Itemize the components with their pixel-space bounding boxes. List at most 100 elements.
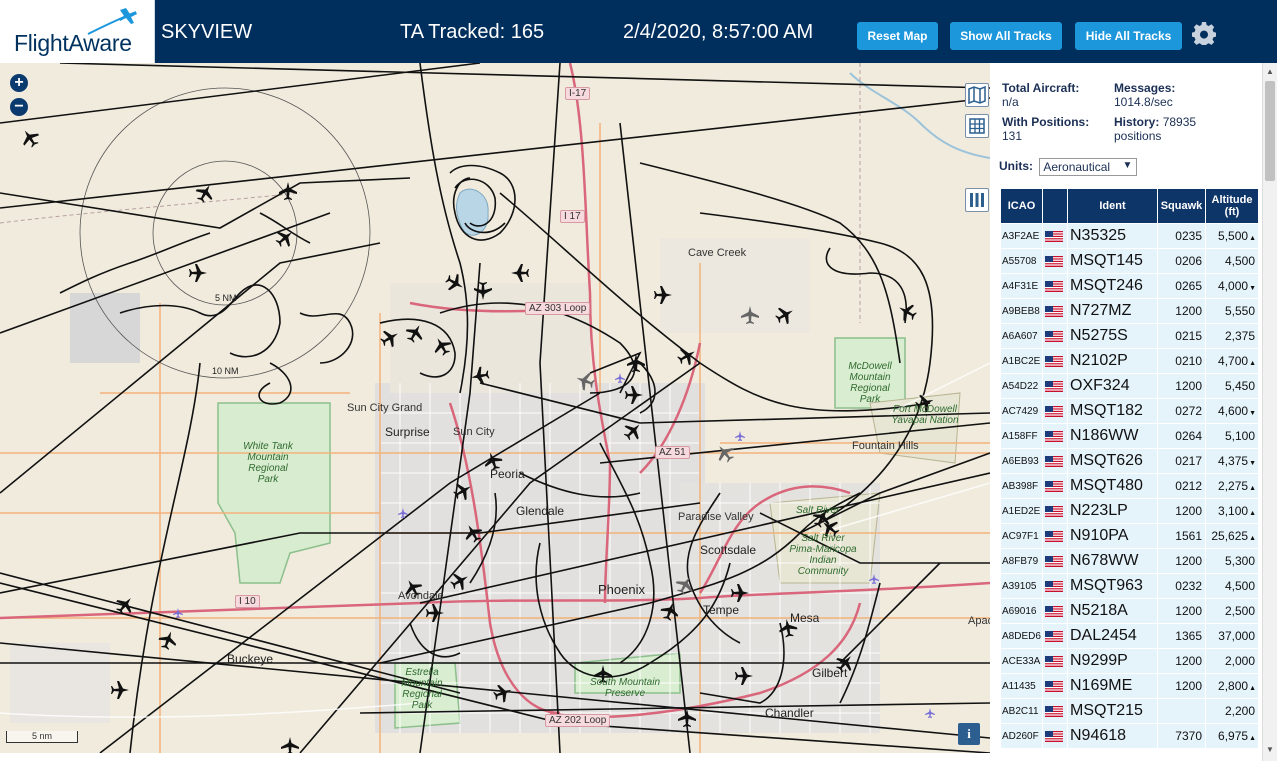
icao-cell: A69016 xyxy=(1001,599,1042,623)
table-row[interactable]: A8FB79 N678WW 1200 5,300 xyxy=(1001,549,1258,573)
altitude-cell: 5,450 xyxy=(1206,374,1258,398)
show-all-tracks-button[interactable]: Show All Tracks xyxy=(950,22,1062,50)
icao-cell: ACE33A xyxy=(1001,649,1042,673)
table-row[interactable]: A11435 N169ME 1200 2,800▲ xyxy=(1001,674,1258,698)
squawk-cell: 0210 xyxy=(1158,349,1205,373)
column-header-ident[interactable]: Ident xyxy=(1068,189,1157,223)
flag-cell xyxy=(1043,549,1067,573)
reset-map-button[interactable]: Reset Map xyxy=(857,22,938,50)
flag-cell xyxy=(1043,649,1067,673)
table-row[interactable]: A4F31E MSQT246 0265 4,000▼ xyxy=(1001,274,1258,298)
logo-text: FlightAware xyxy=(14,30,132,56)
scroll-down-icon[interactable]: ▼ xyxy=(1266,745,1274,754)
icao-cell: A6EB93 xyxy=(1001,449,1042,473)
altitude-value: 37,000 xyxy=(1218,629,1255,643)
grid-toggle-button[interactable] xyxy=(965,114,989,138)
table-header-row: ICAO Ident Squawk Altitude (ft) xyxy=(1001,189,1258,223)
table-row[interactable]: A55708 MSQT145 0206 4,500 xyxy=(1001,249,1258,273)
icao-cell: A9BEB8 xyxy=(1001,299,1042,323)
table-row[interactable]: A158FF N186WW 0264 5,100 xyxy=(1001,424,1258,448)
units-select[interactable]: Aeronautical ▼ xyxy=(1039,158,1138,176)
us-flag-icon xyxy=(1045,605,1063,617)
flightaware-logo[interactable]: FlightAware xyxy=(0,0,155,63)
messages-label: Messages: xyxy=(1114,81,1176,95)
map-view[interactable]: I-17 I 17 AZ 303 Loop AZ 51 I 10 AZ 202 … xyxy=(0,63,990,753)
altitude-value: 6,975 xyxy=(1218,729,1249,743)
altitude-cell: 4,600▼ xyxy=(1206,399,1258,423)
zoom-in-button[interactable]: + xyxy=(10,74,28,92)
altitude-cell: 4,500 xyxy=(1206,249,1258,273)
icao-cell: AD260F xyxy=(1001,724,1042,748)
table-row[interactable]: A39105 MSQT963 0232 4,500 xyxy=(1001,574,1258,598)
park-label: McDowell Mountain Regional Park xyxy=(848,361,892,405)
altitude-value: 2,375 xyxy=(1224,329,1255,343)
sidebar-scrollbar[interactable]: ▲ ▼ xyxy=(1262,63,1277,761)
scrollbar-thumb[interactable] xyxy=(1265,81,1275,181)
city-label: Surprise xyxy=(385,425,430,439)
info-button[interactable]: i xyxy=(958,723,980,745)
hide-all-tracks-button[interactable]: Hide All Tracks xyxy=(1075,22,1182,50)
table-row[interactable]: AB2C11 MSQT215 2,200 xyxy=(1001,699,1258,723)
ident-cell: MSQT215 xyxy=(1068,699,1157,723)
column-header-flag[interactable] xyxy=(1043,189,1067,223)
flag-cell xyxy=(1043,224,1067,248)
city-label: Phoenix xyxy=(598,582,645,597)
altitude-value: 4,500 xyxy=(1224,254,1255,268)
icao-cell: A6A607 xyxy=(1001,324,1042,348)
table-row[interactable]: AB398F MSQT480 0212 2,275▲ xyxy=(1001,474,1258,498)
table-row[interactable]: A69016 N5218A 1200 2,500 xyxy=(1001,599,1258,623)
city-label: Paradise Valley xyxy=(678,511,754,523)
gear-icon[interactable] xyxy=(1192,21,1216,45)
zoom-out-button[interactable]: − xyxy=(10,98,28,116)
table-row[interactable]: AD260F N94618 7370 6,975▲ xyxy=(1001,724,1258,748)
map-scale: 5 nm xyxy=(6,731,78,743)
scroll-up-icon[interactable]: ▲ xyxy=(1266,67,1274,76)
aircraft-table-container[interactable]: ICAO Ident Squawk Altitude (ft) A3F2AE N3… xyxy=(1000,188,1262,753)
squawk-cell: 7370 xyxy=(1158,724,1205,748)
table-row[interactable]: A1BC2E N2102P 0210 4,700▲ xyxy=(1001,349,1258,373)
table-row[interactable]: A9BEB8 N727MZ 1200 5,550 xyxy=(1001,299,1258,323)
city-label: Tempe xyxy=(703,603,740,617)
altitude-value: 5,550 xyxy=(1224,304,1255,318)
table-row[interactable]: A54D22 OXF324 1200 5,450 xyxy=(1001,374,1258,398)
ident-cell: MSQT145 xyxy=(1068,249,1157,273)
flag-cell xyxy=(1043,624,1067,648)
flag-cell xyxy=(1043,499,1067,523)
table-row[interactable]: AC97F1 N910PA 1561 25,625▲ xyxy=(1001,524,1258,548)
table-row[interactable]: A8DED6 DAL2454 1365 37,000 xyxy=(1001,624,1258,648)
us-flag-icon xyxy=(1045,230,1063,242)
ident-cell: DAL2454 xyxy=(1068,624,1157,648)
columns-toggle-button[interactable] xyxy=(965,188,989,212)
map-layer-button[interactable] xyxy=(965,83,989,107)
altitude-cell: 37,000 xyxy=(1206,624,1258,648)
ident-cell: MSQT963 xyxy=(1068,574,1157,598)
column-header-altitude[interactable]: Altitude (ft) xyxy=(1206,189,1258,223)
table-row[interactable]: AC7429 MSQT182 0272 4,600▼ xyxy=(1001,399,1258,423)
us-flag-icon xyxy=(1045,655,1063,667)
squawk-cell: 1365 xyxy=(1158,624,1205,648)
flag-cell xyxy=(1043,399,1067,423)
table-row[interactable]: A3F2AE N35325 0235 5,500▲ xyxy=(1001,224,1258,248)
icao-cell: A8DED6 xyxy=(1001,624,1042,648)
icao-cell: AB398F xyxy=(1001,474,1042,498)
map-canvas[interactable] xyxy=(0,63,990,753)
altitude-cell: 2,200 xyxy=(1206,699,1258,723)
flag-cell xyxy=(1043,349,1067,373)
history-label: History: xyxy=(1114,115,1160,129)
table-row[interactable]: A1ED2E N223LP 1200 3,100▲ xyxy=(1001,499,1258,523)
squawk-cell: 1200 xyxy=(1158,299,1205,323)
table-row[interactable]: A6EB93 MSQT626 0217 4,375▼ xyxy=(1001,449,1258,473)
flag-cell xyxy=(1043,524,1067,548)
table-row[interactable]: A6A607 N5275S 0215 2,375 xyxy=(1001,324,1258,348)
ident-cell: MSQT626 xyxy=(1068,449,1157,473)
altitude-trend-icon: ▲ xyxy=(1249,735,1256,742)
table-row[interactable]: ACE33A N9299P 1200 2,000 xyxy=(1001,649,1258,673)
flag-cell xyxy=(1043,474,1067,498)
park-label: Fort McDowell Yavapai Nation xyxy=(891,404,959,426)
total-aircraft-stat: Total Aircraft: n/a xyxy=(1002,81,1079,109)
us-flag-icon xyxy=(1045,630,1063,642)
column-header-squawk[interactable]: Squawk xyxy=(1158,189,1205,223)
altitude-cell: 4,700▲ xyxy=(1206,349,1258,373)
column-header-icao[interactable]: ICAO xyxy=(1001,189,1042,223)
ident-cell: N2102P xyxy=(1068,349,1157,373)
